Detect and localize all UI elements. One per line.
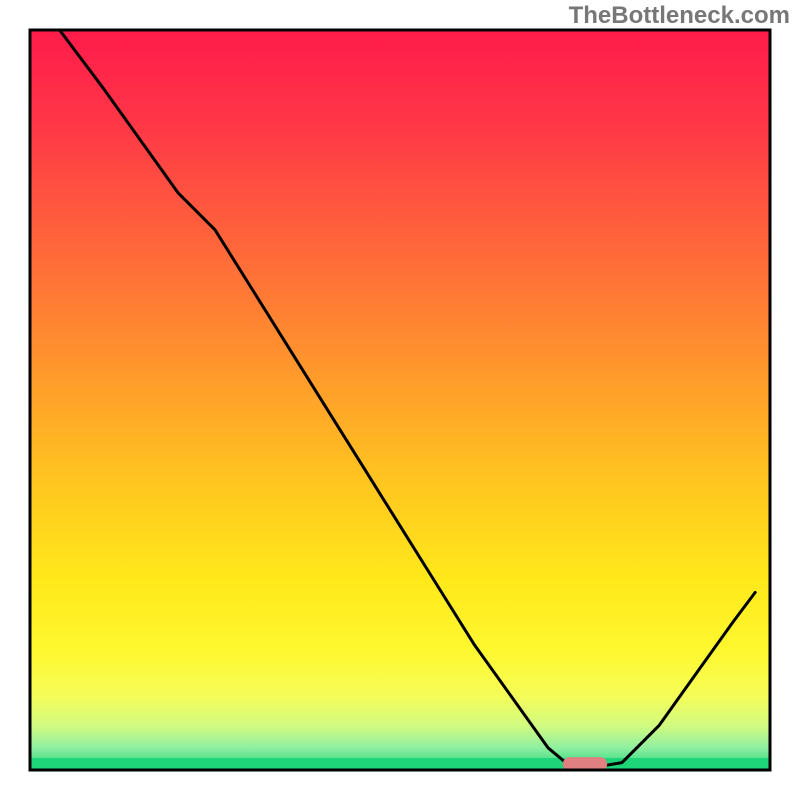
plot-green-band — [30, 758, 770, 770]
watermark-text: TheBottleneck.com — [569, 2, 790, 30]
chart-svg — [0, 0, 800, 800]
chart-stage: TheBottleneck.com — [0, 0, 800, 800]
